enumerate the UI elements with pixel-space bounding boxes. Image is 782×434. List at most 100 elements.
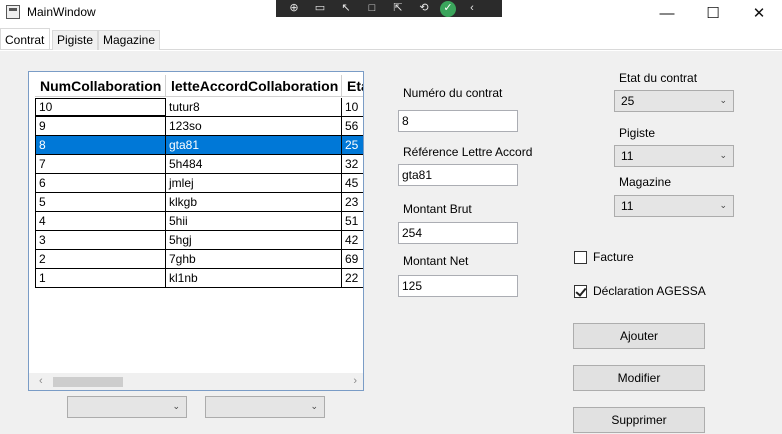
cell-etat[interactable]: 32 (342, 155, 363, 173)
combo-value: 25 (621, 94, 635, 108)
agessa-label: Déclaration AGESSA (593, 284, 706, 298)
title-bar: MainWindow ⊕ ▭ ↖ □ ⇱ ⟲ ✓ ‹ — ☐ ✕ (0, 0, 782, 26)
app-window-icon (6, 5, 20, 19)
video-icon[interactable]: ▭ (310, 1, 330, 16)
column-header-numcollaboration[interactable]: NumCollaboration (35, 75, 166, 96)
combo-value: 11 (621, 199, 634, 213)
horizontal-scrollbar[interactable]: ‹ › (29, 373, 363, 390)
montant-net-label: Montant Net (403, 254, 469, 268)
add-button[interactable]: Ajouter (573, 323, 705, 349)
cell-num[interactable]: 4 (35, 212, 166, 230)
edit-button[interactable]: Modifier (573, 365, 705, 391)
cell-lettre[interactable]: 7ghb (166, 250, 342, 268)
ok-icon[interactable]: ✓ (440, 0, 456, 17)
table-row[interactable]: 2 7ghb 69 (35, 250, 363, 269)
numero-contrat-label: Numéro du contrat (403, 86, 503, 100)
cell-lettre[interactable]: 5hgj (166, 231, 342, 249)
agessa-checkbox[interactable] (574, 285, 587, 298)
touch-icon[interactable]: ⇱ (388, 1, 408, 16)
window-title: MainWindow (27, 5, 96, 19)
maximize-button[interactable]: ☐ (690, 0, 736, 26)
cell-etat[interactable]: 51 (342, 212, 363, 230)
pigiste-combo[interactable]: 11 ⌄ (614, 145, 734, 167)
cell-lettre[interactable]: kl1nb (166, 269, 342, 287)
table-row[interactable]: 10 tutur8 10 (35, 98, 363, 117)
cell-num[interactable]: 3 (35, 231, 166, 249)
cell-lettre[interactable]: gta81 (166, 136, 342, 154)
table-row[interactable]: 5 klkgb 23 (35, 193, 363, 212)
chevron-down-icon: ⌄ (310, 401, 318, 411)
cursor-icon[interactable]: ↖ (336, 1, 356, 16)
scroll-left-icon[interactable]: ‹ (39, 375, 43, 387)
combo-value: 11 (621, 149, 634, 163)
filter-combo-right[interactable]: ⌄ (205, 396, 325, 418)
tab-pigiste[interactable]: Pigiste (52, 30, 98, 50)
cell-etat[interactable]: 25 (342, 136, 363, 154)
column-header-etat[interactable]: Eta (342, 75, 363, 96)
cell-lettre[interactable]: klkgb (166, 193, 342, 211)
magazine-label: Magazine (619, 175, 672, 189)
cell-num[interactable]: 10 (35, 98, 166, 116)
cell-etat[interactable]: 42 (342, 231, 363, 249)
cell-lettre[interactable]: 123so (166, 117, 342, 135)
table-row[interactable]: 3 5hgj 42 (35, 231, 363, 250)
column-header-lettre-accord[interactable]: letteAccordCollaboration (166, 75, 342, 96)
cell-etat[interactable]: 45 (342, 174, 363, 192)
reference-lettre-field[interactable]: gta81 (398, 164, 518, 186)
cell-lettre[interactable]: 5hii (166, 212, 342, 230)
cell-num[interactable]: 5 (35, 193, 166, 211)
cell-etat[interactable]: 10 (342, 98, 363, 116)
table-row[interactable]: 6 jmlej 45 (35, 174, 363, 193)
cell-num[interactable]: 8 (35, 136, 166, 154)
scroll-right-icon[interactable]: › (353, 375, 357, 387)
cell-num[interactable]: 1 (35, 269, 166, 287)
montant-brut-field[interactable]: 254 (398, 222, 518, 244)
tab-magazine[interactable]: Magazine (98, 30, 160, 50)
chevron-down-icon: ⌄ (172, 401, 180, 411)
numero-contrat-field[interactable]: 8 (398, 110, 518, 132)
chevron-down-icon: ⌄ (719, 150, 727, 160)
cell-num[interactable]: 7 (35, 155, 166, 173)
montant-brut-label: Montant Brut (403, 202, 472, 216)
tab-content-contrat: NumCollaboration letteAccordCollaboratio… (0, 51, 782, 434)
table-row[interactable]: 1 kl1nb 22 (35, 269, 363, 288)
table-row-selected[interactable]: 8 gta81 25 (35, 136, 363, 155)
filter-combo-left[interactable]: ⌄ (67, 396, 187, 418)
cell-etat[interactable]: 22 (342, 269, 363, 287)
hot-reload-icon[interactable]: ⟲ (414, 1, 434, 16)
scrollbar-thumb[interactable] (53, 377, 123, 387)
contracts-datagrid[interactable]: NumCollaboration letteAccordCollaboratio… (28, 71, 364, 391)
debug-toolbar: ⊕ ▭ ↖ □ ⇱ ⟲ ✓ ‹ (276, 0, 502, 17)
facture-label: Facture (593, 250, 634, 264)
cell-lettre[interactable]: jmlej (166, 174, 342, 192)
grid-header: NumCollaboration letteAccordCollaboratio… (35, 75, 363, 97)
delete-button[interactable]: Supprimer (573, 407, 705, 433)
cell-num[interactable]: 6 (35, 174, 166, 192)
cell-num[interactable]: 2 (35, 250, 166, 268)
table-row[interactable]: 7 5h484 32 (35, 155, 363, 174)
cell-num[interactable]: 9 (35, 117, 166, 135)
etat-contrat-combo[interactable]: 25 ⌄ (614, 90, 734, 112)
cell-etat[interactable]: 56 (342, 117, 363, 135)
cell-etat[interactable]: 69 (342, 250, 363, 268)
close-button[interactable]: ✕ (736, 0, 782, 26)
etat-contrat-label: Etat du contrat (619, 71, 698, 85)
cell-lettre[interactable]: 5h484 (166, 155, 342, 173)
magazine-combo[interactable]: 11 ⌄ (614, 195, 734, 217)
frame-icon[interactable]: □ (362, 1, 382, 16)
tab-contrat[interactable]: Contrat (0, 28, 50, 49)
minimize-button[interactable]: — (644, 0, 690, 26)
montant-net-field[interactable]: 125 (398, 275, 518, 297)
facture-checkbox[interactable] (574, 251, 587, 264)
table-row[interactable]: 9 123so 56 (35, 117, 363, 136)
table-row[interactable]: 4 5hii 51 (35, 212, 363, 231)
collapse-icon[interactable]: ‹ (462, 1, 482, 16)
chevron-down-icon: ⌄ (719, 200, 727, 210)
cell-lettre[interactable]: tutur8 (166, 98, 342, 116)
grid-body: 10 tutur8 10 9 123so 56 8 gta81 25 7 5h4… (35, 98, 363, 288)
chevron-down-icon: ⌄ (719, 95, 727, 105)
cell-etat[interactable]: 23 (342, 193, 363, 211)
tab-bar: Contrat Pigiste Magazine (0, 28, 782, 50)
reference-lettre-label: Référence Lettre Accord (403, 145, 533, 159)
select-element-icon[interactable]: ⊕ (284, 1, 304, 16)
